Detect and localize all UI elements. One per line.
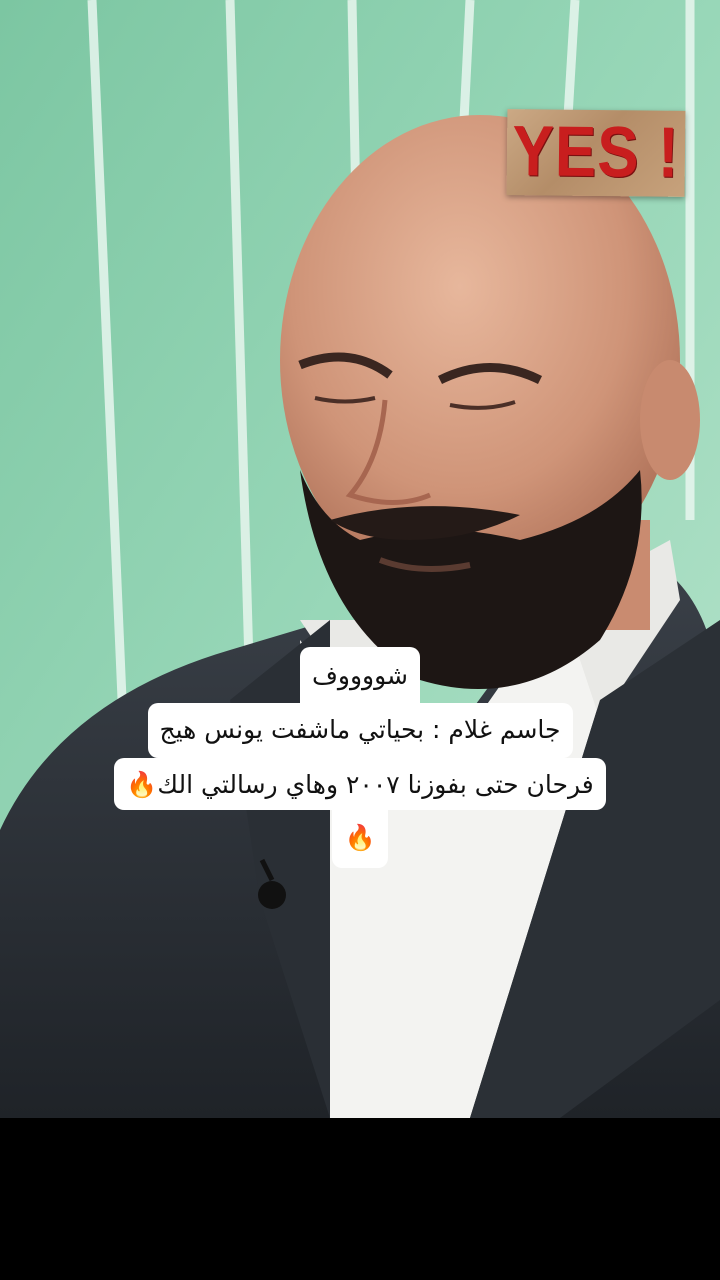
- sticker-text: YES !: [512, 111, 680, 193]
- video-frame[interactable]: YES ! شووووف جاسم غلام : بحياتي ماشفت يو…: [0, 0, 720, 1280]
- caption-line-3: فرحان حتى بفوزنا ٢٠٠٧ وهاي رسالتي الك🔥: [114, 758, 606, 810]
- caption-block: شووووف جاسم غلام : بحياتي ماشفت يونس هيج…: [0, 647, 720, 868]
- caption-line-2: جاسم غلام : بحياتي ماشفت يونس هيج: [147, 703, 573, 758]
- caption-line-1: شووووف: [300, 647, 420, 703]
- caption-line-4: 🔥: [332, 810, 388, 868]
- yes-sticker: YES !: [506, 109, 686, 197]
- bottom-black-bar: [0, 1118, 720, 1280]
